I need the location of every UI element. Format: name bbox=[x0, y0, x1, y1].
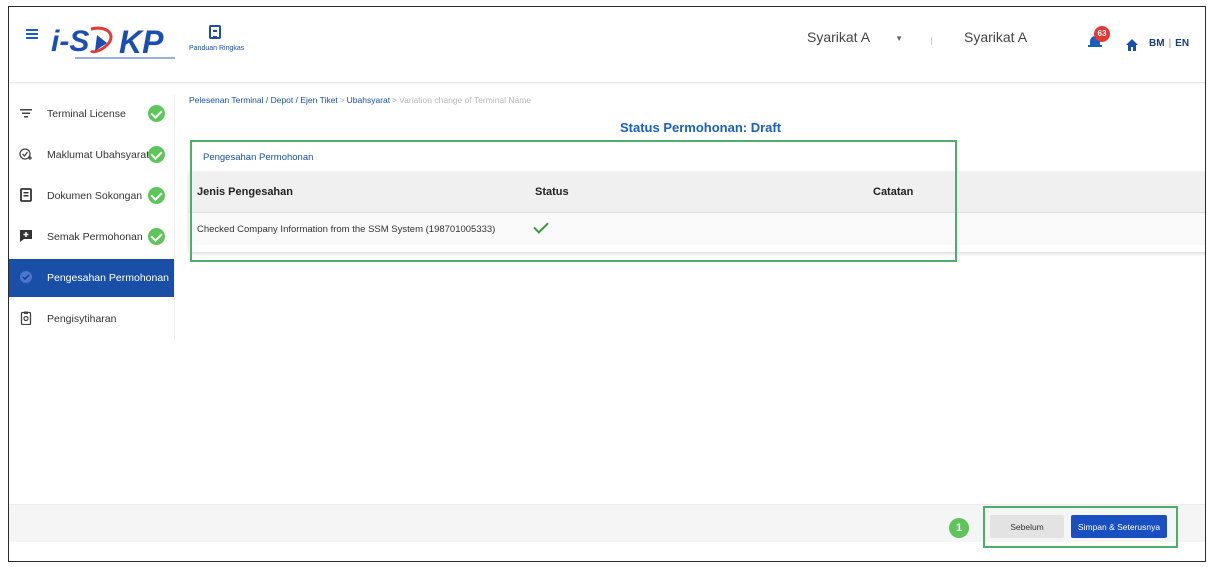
save-next-button[interactable]: Simpan & Seterusnya bbox=[1071, 515, 1167, 538]
sidebar-item-label: Terminal License bbox=[47, 108, 126, 120]
lang-separator: | bbox=[1168, 38, 1172, 49]
step-marker: 1 bbox=[949, 518, 969, 538]
book-icon bbox=[209, 25, 221, 39]
sidebar-item-label: Maklumat Ubahsyarat bbox=[47, 149, 150, 161]
notification-badge: 63 bbox=[1094, 26, 1110, 42]
ispkp-logo: i-S KP bbox=[51, 24, 175, 60]
check-circle-icon bbox=[148, 187, 165, 204]
svg-text:KP: KP bbox=[119, 24, 164, 60]
review-icon bbox=[20, 230, 32, 242]
filter-icon bbox=[20, 109, 32, 118]
sidebar-item-dokumen-sokongan[interactable]: Dokumen Sokongan bbox=[9, 177, 174, 215]
verification-table: Jenis Pengesahan Status Catatan Checked … bbox=[189, 172, 1205, 252]
declaration-icon bbox=[20, 311, 32, 325]
sidebar-item-label: Semak Permohonan bbox=[47, 231, 143, 243]
svg-text:i-S: i-S bbox=[51, 25, 89, 58]
company-dropdown-value: Syarikat A bbox=[807, 29, 870, 45]
table-header: Jenis Pengesahan Status Catatan bbox=[189, 172, 1205, 213]
company-dropdown[interactable]: Syarikat A ▼ bbox=[807, 29, 903, 45]
lang-en[interactable]: EN bbox=[1175, 38, 1189, 49]
table-row: Checked Company Information from the SSM… bbox=[189, 213, 1205, 245]
column-header-status: Status bbox=[535, 186, 569, 198]
guide-button[interactable]: Panduan Ringkas bbox=[189, 25, 249, 65]
column-header-type: Jenis Pengesahan bbox=[197, 186, 293, 198]
home-icon[interactable] bbox=[1126, 39, 1138, 51]
sidebar-item-terminal-license[interactable]: Terminal License bbox=[9, 95, 174, 133]
breadcrumb-separator: > bbox=[392, 95, 398, 105]
sidebar-item-pengisytiharan[interactable]: Pengisytiharan bbox=[9, 300, 174, 338]
breadcrumb-separator: > bbox=[339, 95, 345, 105]
sidebar: Terminal License Maklumat Ubahsyarat Dok… bbox=[9, 95, 175, 341]
verify-icon bbox=[20, 271, 32, 283]
sidebar-item-semak-permohonan[interactable]: Semak Permohonan bbox=[9, 218, 174, 256]
sidebar-item-label: Pengesahan Permohonan bbox=[47, 272, 170, 284]
page-title: Status Permohonan: Draft bbox=[620, 120, 782, 135]
menu-icon[interactable] bbox=[26, 29, 38, 39]
app-frame: i-S KP Panduan Ringkas Syarikat A ▼ Syar… bbox=[8, 6, 1206, 562]
document-icon bbox=[20, 188, 32, 202]
sidebar-item-label: Dokumen Sokongan bbox=[47, 190, 143, 202]
previous-button[interactable]: Sebelum bbox=[990, 515, 1064, 538]
company-name: Syarikat A bbox=[964, 29, 1028, 45]
lang-bm[interactable]: BM bbox=[1149, 38, 1165, 49]
guide-label: Panduan Ringkas bbox=[189, 45, 245, 52]
check-plus-icon bbox=[19, 148, 32, 160]
breadcrumb-current: Variation change of Terminal Name bbox=[399, 95, 532, 105]
breadcrumb-link-ubahsyarat[interactable]: Ubahsyarat bbox=[347, 95, 390, 105]
sidebar-item-pengesahan-permohonan[interactable]: Pengesahan Permohonan bbox=[9, 259, 174, 297]
checkmark-icon bbox=[533, 218, 549, 234]
column-header-notes: Catatan bbox=[873, 186, 914, 198]
top-header: i-S KP Panduan Ringkas Syarikat A ▼ Syar… bbox=[9, 7, 1205, 83]
sidebar-item-maklumat-ubahsyarat[interactable]: Maklumat Ubahsyarat bbox=[9, 136, 174, 174]
breadcrumb-link-licensing[interactable]: Pelesenan Terminal / Depot / Ejen Tiket bbox=[189, 95, 338, 105]
sidebar-item-label: Pengisytiharan bbox=[47, 313, 117, 325]
header-divider bbox=[931, 37, 932, 45]
check-circle-icon bbox=[148, 228, 165, 245]
breadcrumb: Pelesenan Terminal / Depot / Ejen Tiket >… bbox=[189, 95, 531, 105]
check-circle-icon bbox=[148, 105, 165, 122]
language-switcher: BM | EN bbox=[1149, 38, 1189, 49]
section-heading: Pengesahan Permohonan bbox=[203, 152, 314, 163]
chevron-down-icon: ▼ bbox=[895, 33, 904, 43]
check-circle-icon bbox=[148, 146, 165, 163]
cell-verification-type: Checked Company Information from the SSM… bbox=[197, 224, 496, 235]
